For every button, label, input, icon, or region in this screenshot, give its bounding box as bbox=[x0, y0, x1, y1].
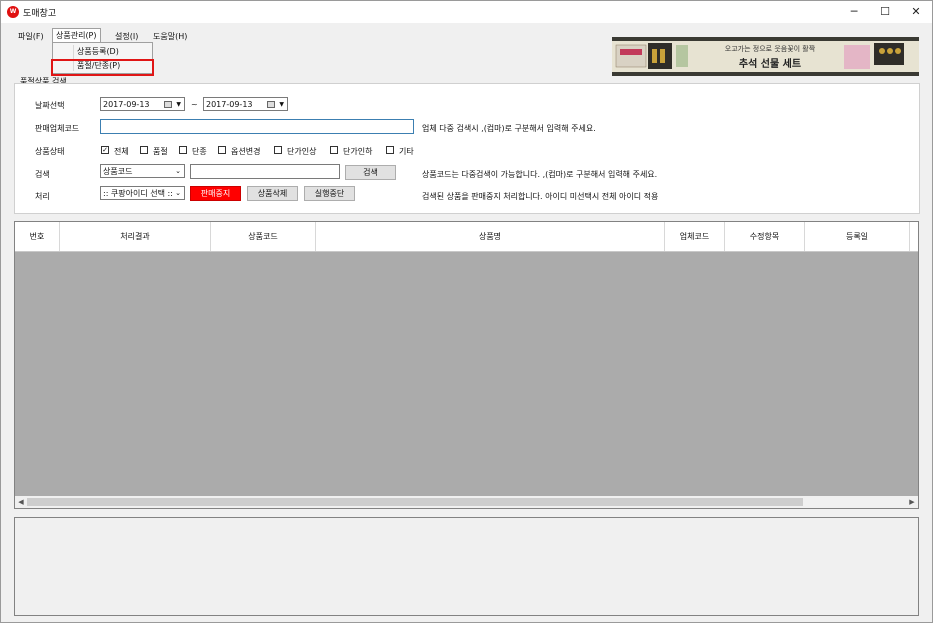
chevron-down-icon: ▼ bbox=[279, 101, 284, 108]
coupang-id-value: :: 쿠팡아이디 선택 :: bbox=[103, 189, 173, 198]
coupang-id-select[interactable]: :: 쿠팡아이디 선택 :: ⌄ bbox=[100, 186, 185, 200]
column-header-product-name[interactable]: 상품명 bbox=[316, 222, 665, 251]
column-header-vendor-code[interactable]: 업체코드 bbox=[665, 222, 725, 251]
column-header-modified-item[interactable]: 수정항목 bbox=[725, 222, 805, 251]
scroll-left-icon[interactable]: ◀ bbox=[15, 496, 27, 508]
menu-file[interactable]: 파일(F) bbox=[15, 30, 47, 43]
vendor-code-input[interactable] bbox=[100, 119, 414, 134]
delete-product-button[interactable]: 상품삭제 bbox=[247, 186, 298, 201]
date-label: 날짜선택 bbox=[35, 101, 65, 110]
status-option-change-checkbox[interactable] bbox=[218, 146, 226, 154]
window-title: 도매창고 bbox=[23, 9, 57, 19]
vendor-code-hint: 업체 다중 검색시 ,(컴마)로 구분해서 입력해 주세요. bbox=[422, 124, 596, 133]
date-from-value: 2017-09-13 bbox=[103, 100, 150, 109]
banner-subtitle: 오고가는 정으로 웃음꽃이 활짝 bbox=[724, 45, 816, 53]
column-header-product-code[interactable]: 상품코드 bbox=[211, 222, 316, 251]
cancel-execution-button[interactable]: 실행중단 bbox=[304, 186, 355, 201]
date-from-picker[interactable]: 2017-09-13 ▼ bbox=[100, 97, 185, 111]
stop-sale-button[interactable]: 판매중지 bbox=[190, 186, 241, 201]
scrollbar-thumb[interactable] bbox=[27, 498, 803, 506]
vendor-code-label: 판매업체코드 bbox=[35, 124, 80, 133]
status-soldout-checkbox[interactable] bbox=[140, 146, 148, 154]
column-header-number[interactable]: 번호 bbox=[15, 222, 60, 251]
results-grid[interactable]: 번호 처리결과 상품코드 상품명 업체코드 수정항목 등록일 ◀ ▶ bbox=[14, 221, 919, 509]
chevron-down-icon: ▼ bbox=[176, 101, 181, 108]
grid-header: 번호 처리결과 상품코드 상품명 업체코드 수정항목 등록일 bbox=[15, 222, 918, 252]
search-field-value: 상품코드 bbox=[103, 167, 133, 176]
menu-help[interactable]: 도움말(H) bbox=[150, 30, 190, 43]
calendar-icon bbox=[164, 101, 172, 108]
status-other-checkbox[interactable] bbox=[386, 146, 394, 154]
status-price-down-checkbox[interactable] bbox=[330, 146, 338, 154]
status-all-label: 전체 bbox=[114, 147, 129, 156]
menu-item-product-register[interactable]: 상품등록(D) bbox=[53, 45, 152, 58]
maximize-button[interactable]: ☐ bbox=[870, 1, 900, 23]
search-input[interactable] bbox=[190, 164, 340, 179]
title-bar[interactable]: W 도매창고 ─ ☐ ✕ bbox=[1, 1, 932, 23]
chevron-down-icon: ⌄ bbox=[175, 189, 181, 197]
date-range-tilde: ~ bbox=[191, 100, 198, 109]
product-status-label: 상품상태 bbox=[35, 147, 65, 156]
highlight-box bbox=[51, 59, 154, 76]
search-button[interactable]: 검색 bbox=[345, 165, 396, 180]
status-price-up-label: 단가인상 bbox=[287, 147, 317, 156]
chevron-down-icon: ⌄ bbox=[175, 167, 181, 175]
search-label: 검색 bbox=[35, 170, 50, 179]
status-all-checkbox[interactable]: ✓ bbox=[101, 146, 109, 154]
process-label: 처리 bbox=[35, 192, 50, 201]
minimize-button[interactable]: ─ bbox=[839, 1, 869, 23]
column-header-reg-date[interactable]: 등록일 bbox=[805, 222, 910, 251]
search-field-select[interactable]: 상품코드 ⌄ bbox=[100, 164, 185, 178]
status-discontinued-checkbox[interactable] bbox=[179, 146, 187, 154]
status-other-label: 기타 bbox=[399, 147, 414, 156]
calendar-icon bbox=[267, 101, 275, 108]
date-to-picker[interactable]: 2017-09-13 ▼ bbox=[203, 97, 288, 111]
status-price-up-checkbox[interactable] bbox=[274, 146, 282, 154]
banner-title: 추석 선물 세트 bbox=[738, 59, 802, 70]
scroll-right-icon[interactable]: ▶ bbox=[906, 496, 918, 508]
app-logo-icon: W bbox=[7, 6, 19, 18]
date-to-value: 2017-09-13 bbox=[206, 100, 253, 109]
status-discontinued-label: 단종 bbox=[192, 147, 207, 156]
status-soldout-label: 품절 bbox=[153, 147, 168, 156]
status-price-down-label: 단가인하 bbox=[343, 147, 373, 156]
app-window: W 도매창고 ─ ☐ ✕ 파일(F) 상품관리(P) 설정(I) 도움말(H) … bbox=[0, 0, 933, 623]
column-header-result[interactable]: 처리결과 bbox=[60, 222, 211, 251]
process-hint: 검색된 상품을 판매중지 처리합니다. 아이디 미선택시 전체 아이디 적용 bbox=[422, 192, 659, 201]
horizontal-scrollbar[interactable]: ◀ ▶ bbox=[15, 496, 918, 508]
search-hint: 상품코드는 다중검색이 가능합니다. ,(컴마)로 구분해서 입력해 주세요. bbox=[422, 170, 658, 179]
log-panel[interactable] bbox=[14, 517, 919, 616]
promo-banner[interactable]: 오고가는 정으로 웃음꽃이 활짝 추석 선물 세트 bbox=[612, 37, 919, 76]
status-option-change-label: 옵션변경 bbox=[231, 147, 261, 156]
close-button[interactable]: ✕ bbox=[901, 1, 931, 23]
